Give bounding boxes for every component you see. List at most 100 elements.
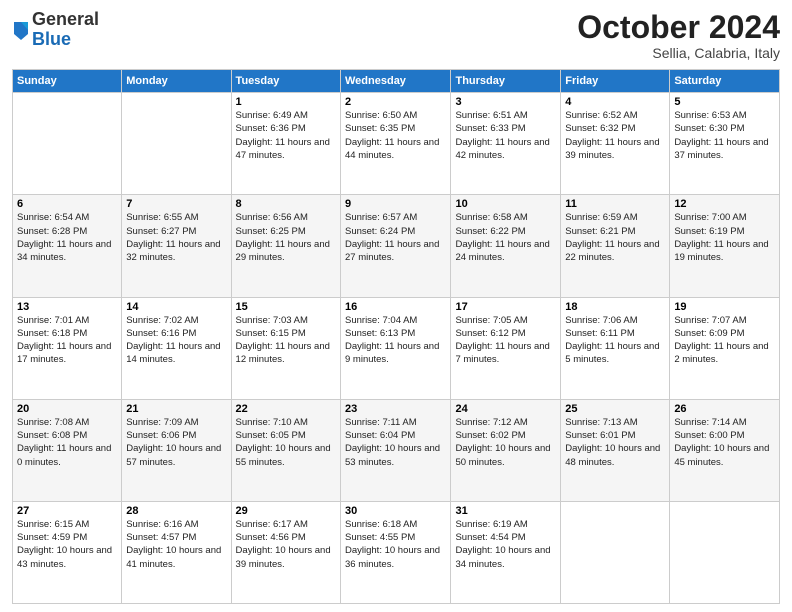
day-number: 28 [126,505,226,517]
day-cell: 5Sunrise: 6:53 AM Sunset: 6:30 PM Daylig… [670,93,780,195]
day-number: 3 [455,96,556,108]
week-row-5: 27Sunrise: 6:15 AM Sunset: 4:59 PM Dayli… [13,501,780,603]
weekday-header-saturday: Saturday [670,70,780,93]
calendar-table: SundayMondayTuesdayWednesdayThursdayFrid… [12,69,780,604]
day-number: 18 [565,301,665,313]
day-cell: 20Sunrise: 7:08 AM Sunset: 6:08 PM Dayli… [13,399,122,501]
page: General Blue October 2024 Sellia, Calabr… [0,0,792,612]
day-number: 11 [565,198,665,210]
day-info: Sunrise: 7:03 AM Sunset: 6:15 PM Dayligh… [236,314,336,367]
month-title: October 2024 [577,10,780,45]
day-number: 26 [674,403,775,415]
day-cell: 19Sunrise: 7:07 AM Sunset: 6:09 PM Dayli… [670,297,780,399]
day-number: 4 [565,96,665,108]
weekday-header-row: SundayMondayTuesdayWednesdayThursdayFrid… [13,70,780,93]
day-info: Sunrise: 6:17 AM Sunset: 4:56 PM Dayligh… [236,518,336,571]
day-cell: 12Sunrise: 7:00 AM Sunset: 6:19 PM Dayli… [670,195,780,297]
day-number: 17 [455,301,556,313]
day-info: Sunrise: 7:11 AM Sunset: 6:04 PM Dayligh… [345,416,446,469]
day-cell: 31Sunrise: 6:19 AM Sunset: 4:54 PM Dayli… [451,501,561,603]
day-number: 9 [345,198,446,210]
day-number: 7 [126,198,226,210]
weekday-header-wednesday: Wednesday [341,70,451,93]
day-number: 20 [17,403,117,415]
day-cell: 26Sunrise: 7:14 AM Sunset: 6:00 PM Dayli… [670,399,780,501]
day-number: 6 [17,198,117,210]
day-info: Sunrise: 6:56 AM Sunset: 6:25 PM Dayligh… [236,211,336,264]
day-info: Sunrise: 6:49 AM Sunset: 6:36 PM Dayligh… [236,109,336,162]
day-number: 30 [345,505,446,517]
day-info: Sunrise: 6:54 AM Sunset: 6:28 PM Dayligh… [17,211,117,264]
day-number: 13 [17,301,117,313]
weekday-header-sunday: Sunday [13,70,122,93]
week-row-1: 1Sunrise: 6:49 AM Sunset: 6:36 PM Daylig… [13,93,780,195]
logo-general-text: General [32,10,99,30]
day-number: 1 [236,96,336,108]
weekday-header-friday: Friday [561,70,670,93]
day-info: Sunrise: 6:18 AM Sunset: 4:55 PM Dayligh… [345,518,446,571]
day-cell: 13Sunrise: 7:01 AM Sunset: 6:18 PM Dayli… [13,297,122,399]
day-info: Sunrise: 7:12 AM Sunset: 6:02 PM Dayligh… [455,416,556,469]
weekday-header-monday: Monday [122,70,231,93]
day-cell: 11Sunrise: 6:59 AM Sunset: 6:21 PM Dayli… [561,195,670,297]
day-cell: 8Sunrise: 6:56 AM Sunset: 6:25 PM Daylig… [231,195,340,297]
day-info: Sunrise: 6:51 AM Sunset: 6:33 PM Dayligh… [455,109,556,162]
day-cell: 6Sunrise: 6:54 AM Sunset: 6:28 PM Daylig… [13,195,122,297]
day-cell: 24Sunrise: 7:12 AM Sunset: 6:02 PM Dayli… [451,399,561,501]
day-cell: 2Sunrise: 6:50 AM Sunset: 6:35 PM Daylig… [341,93,451,195]
day-cell: 1Sunrise: 6:49 AM Sunset: 6:36 PM Daylig… [231,93,340,195]
day-info: Sunrise: 6:55 AM Sunset: 6:27 PM Dayligh… [126,211,226,264]
header: General Blue October 2024 Sellia, Calabr… [12,10,780,61]
day-cell: 16Sunrise: 7:04 AM Sunset: 6:13 PM Dayli… [341,297,451,399]
day-cell: 25Sunrise: 7:13 AM Sunset: 6:01 PM Dayli… [561,399,670,501]
day-info: Sunrise: 7:09 AM Sunset: 6:06 PM Dayligh… [126,416,226,469]
day-info: Sunrise: 7:02 AM Sunset: 6:16 PM Dayligh… [126,314,226,367]
day-info: Sunrise: 7:04 AM Sunset: 6:13 PM Dayligh… [345,314,446,367]
day-info: Sunrise: 7:05 AM Sunset: 6:12 PM Dayligh… [455,314,556,367]
week-row-3: 13Sunrise: 7:01 AM Sunset: 6:18 PM Dayli… [13,297,780,399]
logo-icon [12,20,30,42]
day-number: 8 [236,198,336,210]
day-cell [561,501,670,603]
day-number: 15 [236,301,336,313]
day-info: Sunrise: 6:52 AM Sunset: 6:32 PM Dayligh… [565,109,665,162]
day-number: 25 [565,403,665,415]
location-subtitle: Sellia, Calabria, Italy [577,45,780,61]
day-number: 2 [345,96,446,108]
day-cell: 30Sunrise: 6:18 AM Sunset: 4:55 PM Dayli… [341,501,451,603]
day-info: Sunrise: 6:58 AM Sunset: 6:22 PM Dayligh… [455,211,556,264]
weekday-header-thursday: Thursday [451,70,561,93]
day-cell: 23Sunrise: 7:11 AM Sunset: 6:04 PM Dayli… [341,399,451,501]
day-cell: 22Sunrise: 7:10 AM Sunset: 6:05 PM Dayli… [231,399,340,501]
day-info: Sunrise: 7:08 AM Sunset: 6:08 PM Dayligh… [17,416,117,469]
day-number: 23 [345,403,446,415]
day-cell: 9Sunrise: 6:57 AM Sunset: 6:24 PM Daylig… [341,195,451,297]
logo-blue-text: Blue [32,30,99,50]
title-block: October 2024 Sellia, Calabria, Italy [577,10,780,61]
day-cell: 28Sunrise: 6:16 AM Sunset: 4:57 PM Dayli… [122,501,231,603]
day-cell: 14Sunrise: 7:02 AM Sunset: 6:16 PM Dayli… [122,297,231,399]
day-cell: 18Sunrise: 7:06 AM Sunset: 6:11 PM Dayli… [561,297,670,399]
day-cell: 10Sunrise: 6:58 AM Sunset: 6:22 PM Dayli… [451,195,561,297]
day-number: 27 [17,505,117,517]
day-cell: 3Sunrise: 6:51 AM Sunset: 6:33 PM Daylig… [451,93,561,195]
logo: General Blue [12,10,99,50]
day-info: Sunrise: 6:15 AM Sunset: 4:59 PM Dayligh… [17,518,117,571]
day-number: 19 [674,301,775,313]
day-info: Sunrise: 6:19 AM Sunset: 4:54 PM Dayligh… [455,518,556,571]
week-row-4: 20Sunrise: 7:08 AM Sunset: 6:08 PM Dayli… [13,399,780,501]
logo-text: General Blue [32,10,99,50]
day-info: Sunrise: 7:10 AM Sunset: 6:05 PM Dayligh… [236,416,336,469]
day-number: 14 [126,301,226,313]
day-number: 22 [236,403,336,415]
day-cell [122,93,231,195]
day-info: Sunrise: 7:01 AM Sunset: 6:18 PM Dayligh… [17,314,117,367]
day-cell: 7Sunrise: 6:55 AM Sunset: 6:27 PM Daylig… [122,195,231,297]
day-info: Sunrise: 7:06 AM Sunset: 6:11 PM Dayligh… [565,314,665,367]
day-number: 29 [236,505,336,517]
day-info: Sunrise: 7:14 AM Sunset: 6:00 PM Dayligh… [674,416,775,469]
day-info: Sunrise: 6:59 AM Sunset: 6:21 PM Dayligh… [565,211,665,264]
day-info: Sunrise: 7:07 AM Sunset: 6:09 PM Dayligh… [674,314,775,367]
day-info: Sunrise: 6:16 AM Sunset: 4:57 PM Dayligh… [126,518,226,571]
weekday-header-tuesday: Tuesday [231,70,340,93]
